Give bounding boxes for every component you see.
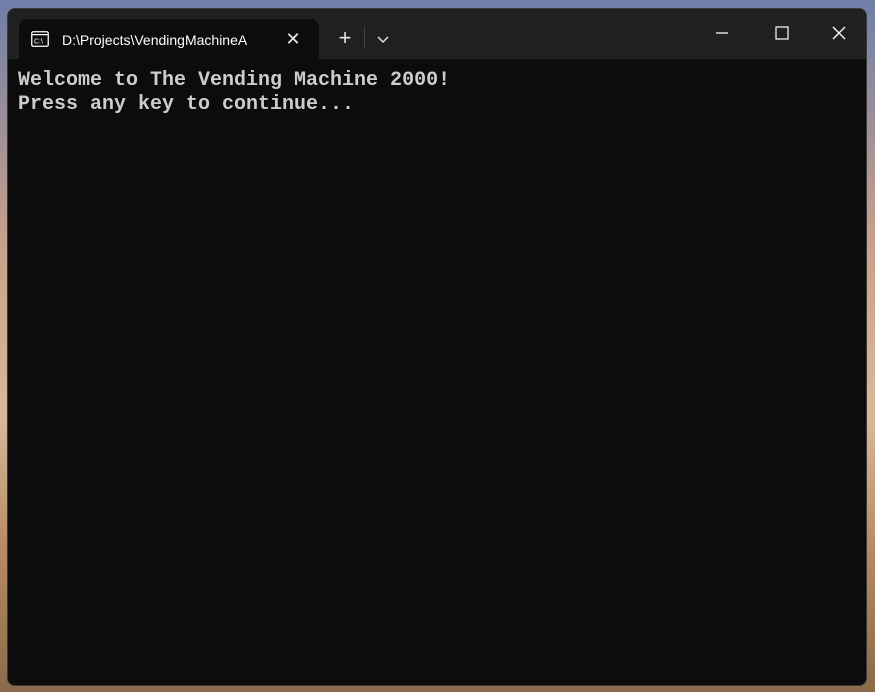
command-prompt-icon: C:\	[31, 31, 49, 47]
chevron-down-icon[interactable]	[370, 27, 396, 51]
close-icon[interactable]	[816, 17, 862, 49]
tab-title: D:\Projects\VendingMachineA	[62, 32, 248, 48]
tab-separator	[364, 27, 365, 49]
title-bar: C:\ D:\Projects\VendingMachineA ✕ +	[8, 9, 866, 59]
minimize-icon[interactable]	[698, 17, 744, 49]
terminal-output[interactable]: Welcome to The Vending Machine 2000! Pre…	[8, 59, 866, 685]
tab-active[interactable]: C:\ D:\Projects\VendingMachineA ✕	[19, 19, 319, 59]
tab-close-button[interactable]: ✕	[283, 29, 303, 49]
terminal-window: C:\ D:\Projects\VendingMachineA ✕ + Welc…	[7, 8, 867, 686]
maximize-icon[interactable]	[758, 17, 804, 49]
terminal-line: Press any key to continue...	[18, 93, 355, 116]
svg-text:C:\: C:\	[34, 39, 43, 46]
new-tab-button[interactable]: +	[330, 25, 360, 51]
terminal-line: Welcome to The Vending Machine 2000!	[18, 69, 451, 92]
